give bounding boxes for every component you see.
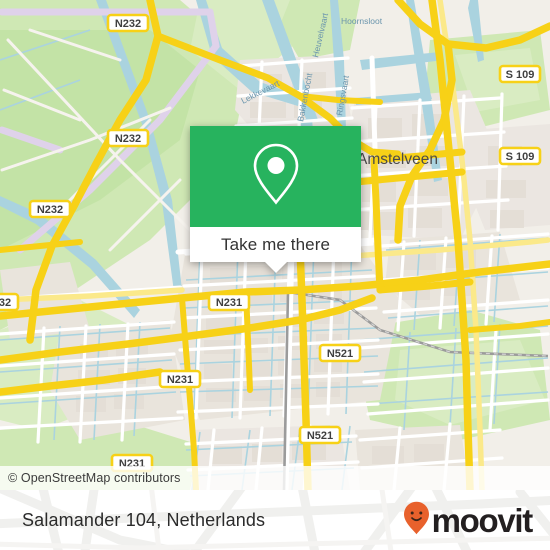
- road-shield-n232-top: N232: [106, 13, 150, 33]
- svg-text:N232: N232: [37, 204, 63, 216]
- page-footer: Salamander 104, Netherlands moovit: [0, 490, 550, 550]
- svg-text:N232: N232: [0, 297, 11, 309]
- svg-text:N232: N232: [115, 133, 141, 145]
- moovit-pin-smile-icon: [403, 501, 430, 540]
- svg-text:N232: N232: [115, 18, 141, 30]
- popup-tail: [264, 262, 287, 273]
- popup-header: [190, 126, 361, 227]
- road-shield-n231-left: N231: [158, 369, 202, 389]
- road-shield-s109-upper: S 109: [498, 64, 542, 84]
- take-me-there-label: Take me there: [220, 234, 331, 254]
- svg-text:N521: N521: [307, 430, 333, 442]
- svg-text:N231: N231: [216, 297, 242, 309]
- road-shield-n521-bottom: N521: [298, 425, 342, 445]
- svg-text:N231: N231: [167, 374, 193, 386]
- attribution-text: © OpenStreetMap contributors: [8, 471, 181, 485]
- map-attribution: © OpenStreetMap contributors: [0, 466, 550, 490]
- take-me-there-button[interactable]: Take me there: [190, 227, 361, 262]
- road-shield-n521-mid: N521: [318, 343, 362, 363]
- place-name-label: Salamander 104, Netherlands: [22, 509, 266, 530]
- road-shield-n232-clipped: N232: [0, 292, 20, 312]
- footer-content: Salamander 104, Netherlands moovit: [0, 490, 550, 550]
- map-city-label: Amstelveen: [357, 151, 438, 168]
- svg-text:N521: N521: [327, 348, 353, 360]
- water-label-hoornsloot: Hoornsloot: [341, 16, 383, 26]
- road-shield-s109-lower: S 109: [498, 146, 542, 166]
- destination-popup-card[interactable]: Take me there: [190, 126, 361, 273]
- moovit-logo[interactable]: moovit: [403, 501, 534, 540]
- moovit-wordmark: moovit: [431, 501, 534, 539]
- road-shield-n232-midleft: N232: [106, 128, 150, 148]
- svg-text:S 109: S 109: [506, 69, 535, 81]
- road-shield-n231-upper: N231: [207, 292, 251, 312]
- svg-text:S 109: S 109: [506, 151, 535, 163]
- location-pin-icon: [251, 142, 301, 211]
- road-shield-n232-lowerleft: N232: [28, 199, 72, 219]
- moovit-map-share-page: .land { fill:#f2efe9; } .grn { fill:#cfe…: [0, 0, 550, 550]
